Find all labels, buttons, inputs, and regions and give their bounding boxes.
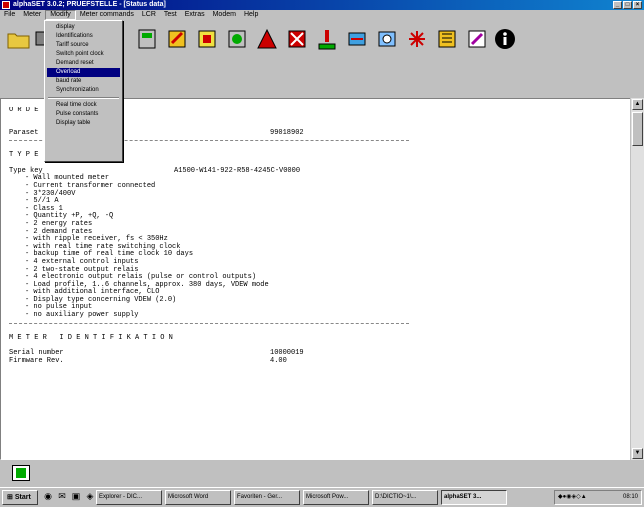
modify-menu-dropdown: display Identifications Tariff source Sw…: [44, 20, 123, 162]
minimize-button[interactable]: _: [613, 1, 622, 9]
app-icon[interactable]: [2, 1, 10, 9]
menu-file[interactable]: File: [0, 10, 19, 20]
menu-separator: [48, 97, 119, 99]
vertical-scrollbar[interactable]: ▲ ▼: [630, 98, 644, 460]
channels-icon[interactable]: ◈: [84, 490, 96, 503]
menu-modem[interactable]: Modem: [209, 10, 240, 20]
meter-icon[interactable]: [132, 25, 162, 53]
system-tray: ◆●◉◈◇▲ 08:10: [554, 490, 642, 505]
menu-extras[interactable]: Extras: [181, 10, 209, 20]
desktop-icon[interactable]: ▣: [70, 490, 82, 503]
meter-id-heading: M E T E R I D E N T I F I K A T I O N: [9, 333, 173, 342]
close-button[interactable]: ×: [633, 1, 642, 9]
task-favorites[interactable]: Favoriten - Ger...: [234, 490, 300, 505]
menu-modify[interactable]: Modify: [45, 10, 76, 20]
task-explorer[interactable]: Explorer - DIC...: [96, 490, 162, 505]
title-bar[interactable]: alphaSET 3.0.2; PRUEFSTELLE - [Status da…: [0, 0, 644, 10]
info-icon[interactable]: [490, 25, 520, 53]
tariff-icon[interactable]: [222, 25, 252, 53]
windows-logo-icon: ⊞: [7, 494, 13, 501]
order-heading: O R D E: [9, 107, 39, 114]
clock[interactable]: 08:10: [623, 491, 638, 504]
wizard-icon[interactable]: [162, 25, 192, 53]
maximize-button[interactable]: □: [623, 1, 632, 9]
menu-item-tariff-source[interactable]: Tariff source: [47, 41, 120, 50]
identification-icon[interactable]: [192, 25, 222, 53]
overload-icon[interactable]: [312, 25, 342, 53]
scroll-thumb[interactable]: [632, 112, 643, 146]
edit-icon[interactable]: [432, 25, 462, 53]
type-key-value: A1500-W141-922-R58-4245C-V0000: [174, 166, 301, 175]
menu-help[interactable]: Help: [240, 10, 262, 20]
firmware-label: Firmware Rev.: [9, 356, 64, 365]
quick-launch: ◉ ✉ ▣ ◈: [42, 490, 96, 503]
paraset-value: 99018902: [270, 128, 304, 137]
divider: [9, 322, 409, 324]
scroll-down-arrow[interactable]: ▼: [632, 448, 643, 459]
menu-item-demand-reset[interactable]: Demand reset: [47, 59, 120, 68]
start-button[interactable]: ⊞ Start: [2, 490, 38, 505]
firmware-value: 4.00: [270, 356, 287, 365]
menu-item-display-table[interactable]: Display table: [47, 119, 120, 128]
tray-icons[interactable]: ◆●◉◈◇▲: [558, 491, 587, 504]
feature-line: - no auxiliary power supply: [25, 311, 139, 320]
pulse-icon[interactable]: [402, 25, 432, 53]
browser-icon[interactable]: ◉: [42, 490, 54, 503]
outlook-icon[interactable]: ✉: [56, 490, 68, 503]
demand-icon[interactable]: [282, 25, 312, 53]
meter-status-icon[interactable]: [12, 465, 30, 481]
paraset-label: Paraset: [9, 128, 39, 137]
clock-icon[interactable]: [372, 25, 402, 53]
menu-item-overload[interactable]: Overload: [47, 68, 120, 77]
task-dictio[interactable]: D:\DICTIO~1\...: [372, 490, 438, 505]
menu-item-real-time-clock[interactable]: Real time clock: [47, 101, 120, 110]
menu-meter-commands[interactable]: Meter commands: [76, 10, 138, 20]
edit-doc-icon[interactable]: [462, 25, 492, 53]
task-powerpoint[interactable]: Microsoft Pow...: [303, 490, 369, 505]
taskbar: ⊞ Start ◉ ✉ ▣ ◈ Explorer - DIC... Micros…: [0, 487, 644, 507]
menu-item-display[interactable]: display: [47, 23, 120, 32]
menu-item-baud-rate[interactable]: baud rate: [47, 77, 120, 86]
window-controls: _ □ ×: [613, 1, 642, 9]
menu-item-pulse-constants[interactable]: Pulse constants: [47, 110, 120, 119]
menu-bar: File Meter Modify Meter commands LCR Tes…: [0, 10, 644, 20]
sync-icon[interactable]: [342, 25, 372, 53]
start-label: Start: [14, 494, 31, 501]
menu-test[interactable]: Test: [160, 10, 181, 20]
scroll-up-arrow[interactable]: ▲: [632, 99, 643, 110]
window-title: alphaSET 3.0.2; PRUEFSTELLE - [Status da…: [13, 1, 166, 8]
task-word[interactable]: Microsoft Word: [165, 490, 231, 505]
menu-meter[interactable]: Meter: [19, 10, 45, 20]
menu-item-switch-point-clock[interactable]: Switch point clock: [47, 50, 120, 59]
menu-item-identifications[interactable]: Identifications: [47, 32, 120, 41]
menu-item-synchronization[interactable]: Synchronization: [47, 86, 120, 95]
task-alphaset[interactable]: alphaSET 3...: [441, 490, 507, 505]
switch-clock-icon[interactable]: [252, 25, 282, 53]
menu-lcr[interactable]: LCR: [138, 10, 160, 20]
